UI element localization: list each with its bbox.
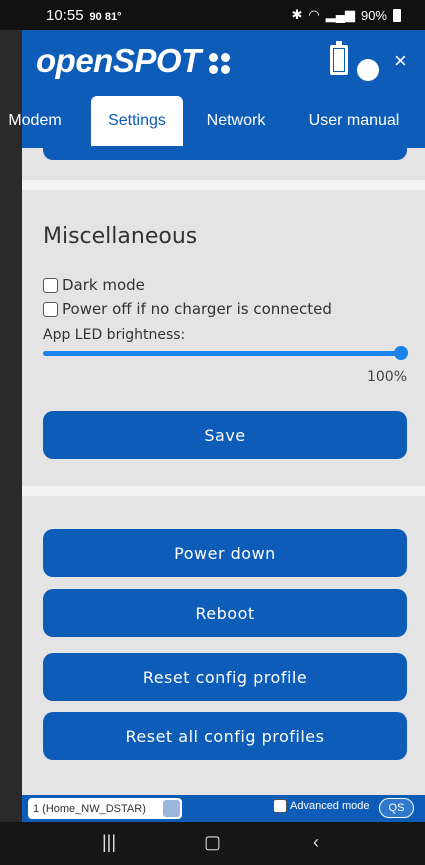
tab-settings[interactable]: Settings: [91, 96, 183, 146]
list-icon[interactable]: [163, 800, 180, 817]
save-button[interactable]: Save: [43, 411, 407, 459]
dark-mode-checkbox[interactable]: [43, 277, 58, 293]
power-down-button[interactable]: Power down: [43, 529, 407, 577]
profile-selector[interactable]: 1 (Home_NW_DSTAR): [28, 798, 182, 819]
brightness-slider-thumb[interactable]: [394, 346, 408, 360]
brightness-label: App LED brightness:: [43, 327, 186, 343]
wifi-icon: ◠: [308, 7, 320, 22]
previous-card: [22, 148, 425, 180]
logo-dots-icon: [208, 52, 230, 74]
tab-modem[interactable]: Modem: [0, 96, 76, 146]
back-icon[interactable]: ‹: [313, 832, 319, 853]
dark-mode-option[interactable]: Dark mode: [43, 276, 145, 294]
app-logo: openSPOT: [36, 42, 230, 80]
brightness-slider[interactable]: [43, 346, 408, 360]
app-footer: 1 (Home_NW_DSTAR) Advanced mode QS: [22, 795, 425, 822]
tab-user-manual[interactable]: User manual: [295, 96, 413, 146]
profile-name: 1 (Home_NW_DSTAR): [33, 802, 146, 815]
tab-network[interactable]: Network: [195, 96, 277, 146]
advanced-mode-checkbox[interactable]: [273, 799, 287, 813]
bluetooth-icon: ✱: [291, 7, 303, 22]
power-off-label: Power off if no charger is connected: [62, 300, 332, 318]
close-icon[interactable]: ×: [394, 48, 407, 74]
signal-icon: ▂▄▆: [325, 7, 355, 22]
power-off-checkbox[interactable]: [43, 301, 58, 317]
reset-all-config-profiles-button[interactable]: Reset all config profiles: [43, 712, 407, 760]
recents-icon[interactable]: |||: [102, 832, 116, 853]
tab-bar: Modem Settings Network User manual: [0, 96, 425, 146]
status-time: 10:55: [46, 6, 84, 24]
misc-card: Miscellaneous Dark mode Power off if no …: [22, 190, 425, 486]
battery-percent: 90%: [360, 7, 387, 23]
actions-card: Power down Reboot Reset config profile R…: [22, 496, 425, 795]
home-icon[interactable]: ▢: [204, 832, 221, 853]
status-led-icon: [357, 59, 379, 81]
brightness-value: 100%: [366, 369, 407, 385]
advanced-mode-option[interactable]: Advanced mode: [273, 799, 370, 813]
advanced-mode-label: Advanced mode: [290, 800, 370, 812]
misc-title: Miscellaneous: [43, 224, 198, 249]
settings-content[interactable]: Miscellaneous Dark mode Power off if no …: [22, 148, 425, 795]
previous-button[interactable]: [43, 148, 407, 160]
system-nav-bar: ||| ▢ ‹: [0, 822, 425, 865]
logo-text: openSPOT: [36, 42, 201, 79]
battery-icon: [393, 8, 401, 22]
qs-button[interactable]: QS: [379, 798, 414, 818]
reboot-button[interactable]: Reboot: [43, 589, 407, 637]
device-battery-icon: [330, 41, 348, 75]
power-off-option[interactable]: Power off if no charger is connected: [43, 300, 332, 318]
reset-config-profile-button[interactable]: Reset config profile: [43, 653, 407, 701]
status-extra: 90 81°: [89, 10, 122, 23]
dark-mode-label: Dark mode: [62, 276, 145, 294]
status-bar: 10:55 90 81° ✱ ◠ ▂▄▆ 90%: [0, 0, 425, 30]
